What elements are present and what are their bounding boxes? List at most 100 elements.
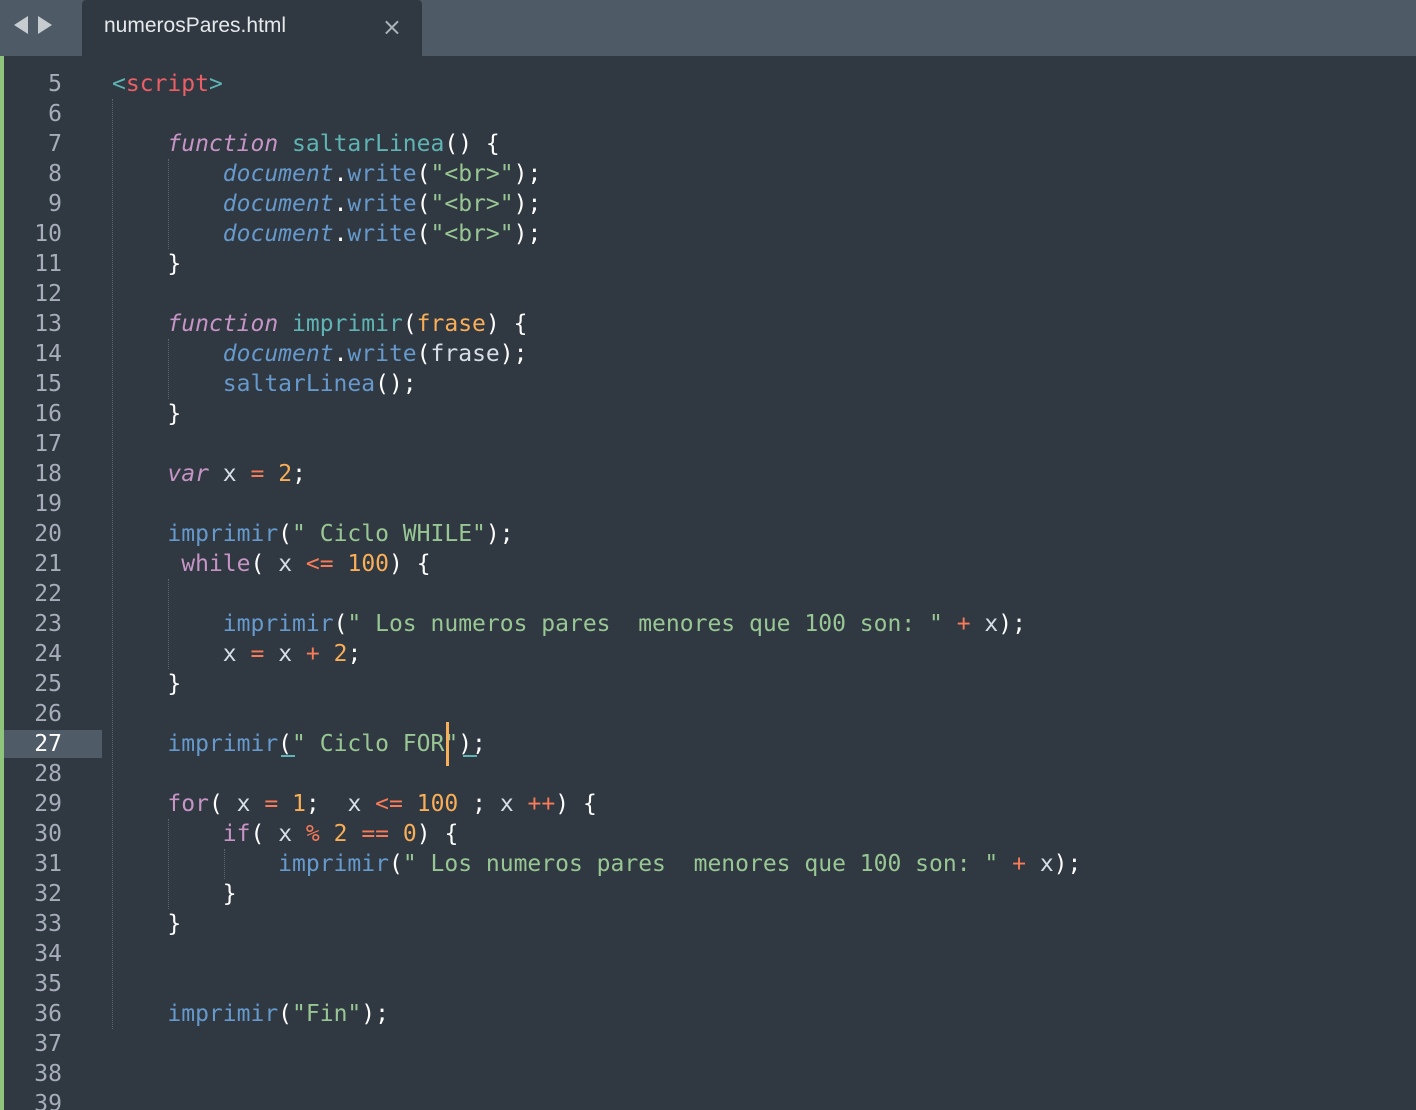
code-line[interactable]: } <box>112 879 237 909</box>
code-token: ; <box>347 641 362 667</box>
code-token: document <box>222 191 334 217</box>
code-line[interactable]: document.write(frase); <box>112 339 528 369</box>
code-token: + <box>1012 851 1026 877</box>
code-line[interactable]: imprimir(" Los numeros pares menores que… <box>112 849 1081 879</box>
code-line[interactable]: imprimir("Fin"); <box>112 999 389 1029</box>
code-token: } <box>167 671 182 697</box>
code-token: 2 <box>333 641 348 667</box>
close-icon[interactable]: × <box>382 13 402 41</box>
code-line[interactable]: function imprimir(frase) { <box>112 309 527 339</box>
code-token: ( <box>416 221 431 247</box>
code-line[interactable]: imprimir(" Los numeros pares menores que… <box>112 609 1026 639</box>
code-token: ; <box>472 791 486 817</box>
code-line[interactable]: imprimir(" Ciclo FOR"); <box>112 729 486 759</box>
code-token: function <box>167 311 279 337</box>
code-token: <= <box>305 551 334 577</box>
code-token: x <box>1025 851 1054 877</box>
code-token: var <box>167 461 209 487</box>
line-number: 18 <box>34 461 62 487</box>
code-token: frase <box>416 311 486 337</box>
code-token: saltarLinea <box>222 371 376 397</box>
indent-guide <box>224 849 225 879</box>
line-number: 29 <box>34 791 62 817</box>
code-token: ( <box>250 821 265 847</box>
code-token: " Los numeros pares menores que 100 son:… <box>402 851 999 877</box>
code-token: "Fin" <box>292 1001 362 1027</box>
code-token: write <box>347 161 417 187</box>
code-token: . <box>333 191 348 217</box>
code-token: } <box>167 251 182 277</box>
code-line[interactable]: } <box>112 399 181 429</box>
code-token: ); <box>1053 851 1082 877</box>
code-line[interactable]: } <box>112 249 181 279</box>
code-token: frase <box>430 341 500 367</box>
code-token: "<br>" <box>430 191 514 217</box>
code-token: < <box>112 71 126 97</box>
line-number: 20 <box>34 521 62 547</box>
code-token: 0 <box>402 821 417 847</box>
chevron-left-icon[interactable] <box>14 16 28 34</box>
code-line[interactable]: x = x + 2; <box>112 639 362 669</box>
code-token: document <box>222 341 334 367</box>
code-token: + <box>305 641 320 667</box>
tab-bar: numerosPares.html × <box>0 0 1416 56</box>
code-token: + <box>956 611 971 637</box>
line-number: 36 <box>34 1001 62 1027</box>
code-token: imprimir <box>292 311 403 337</box>
history-navigation <box>14 12 52 38</box>
line-number-gutter[interactable]: 5 6 7 8 9 10 11 12 13 14 15 16 17 18 19 20 21 22 23 24 25 26 2… <box>4 56 102 1110</box>
code-token: . <box>333 341 348 367</box>
code-line[interactable]: } <box>112 669 181 699</box>
code-token: ( <box>250 551 265 577</box>
code-token: ; <box>305 791 320 817</box>
code-token: ( <box>416 191 431 217</box>
code-line[interactable]: if( x % 2 == 0) { <box>112 819 459 849</box>
code-token: } <box>167 911 182 937</box>
line-number: 22 <box>34 581 62 607</box>
tab-numerospares-html[interactable]: numerosPares.html × <box>82 0 422 56</box>
code-editor[interactable]: 5 6 7 8 9 10 11 12 13 14 15 16 17 18 19 20 21 22 23 24 25 26 2… <box>0 56 1416 1110</box>
chevron-right-icon[interactable] <box>38 16 52 34</box>
code-token: imprimir <box>167 521 279 547</box>
line-number: 19 <box>34 491 62 517</box>
line-number: 6 <box>48 101 62 127</box>
code-line[interactable]: imprimir(" Ciclo WHILE"); <box>112 519 513 549</box>
code-line[interactable]: <script> <box>112 69 223 99</box>
code-token: } <box>222 881 237 907</box>
code-line[interactable]: while( x <= 100) { <box>112 549 430 579</box>
code-line[interactable]: document.write("<br>"); <box>112 159 542 189</box>
line-number: 31 <box>34 851 62 877</box>
code-line[interactable]: document.write("<br>"); <box>112 189 542 219</box>
code-line[interactable]: saltarLinea(); <box>112 369 417 399</box>
code-token: ( <box>388 851 403 877</box>
code-token: (); <box>375 371 417 397</box>
code-token: for <box>167 791 209 817</box>
code-area[interactable]: <script> function saltarLinea() { docume… <box>112 56 1402 1110</box>
code-token: () { <box>444 131 500 157</box>
code-token: } <box>167 401 182 427</box>
code-line[interactable]: function saltarLinea() { <box>112 129 500 159</box>
code-token: ); <box>513 221 542 247</box>
line-number: 33 <box>34 911 62 937</box>
line-number: 15 <box>34 371 62 397</box>
code-line[interactable]: } <box>112 909 181 939</box>
code-token: ) { <box>416 821 459 847</box>
code-line[interactable]: document.write("<br>"); <box>112 219 542 249</box>
code-line[interactable]: for( x = 1; x <= 100 ; x ++) { <box>112 789 596 819</box>
code-line[interactable]: var x = 2; <box>112 459 306 489</box>
code-token: document <box>222 221 334 247</box>
